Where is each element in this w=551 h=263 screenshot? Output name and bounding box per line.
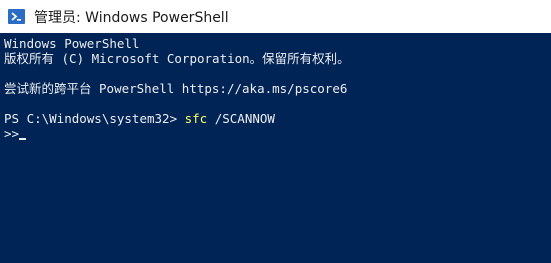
powershell-icon xyxy=(8,9,25,24)
command-argument: /SCANNOW xyxy=(207,111,275,126)
powershell-window: 管理员: Windows PowerShell Windows PowerShe… xyxy=(0,0,551,263)
console-area[interactable]: Windows PowerShell 版权所有 (C) Microsoft Co… xyxy=(0,33,551,263)
console-line-pscore-hint: 尝试新的跨平台 PowerShell https://aka.ms/pscore… xyxy=(4,81,348,96)
console-line-header: Windows PowerShell xyxy=(4,36,140,51)
prompt-text: PS C:\Windows\system32> xyxy=(4,111,185,126)
console-prompt-line: PS C:\Windows\system32> sfc /SCANNOW xyxy=(4,111,551,126)
console-line-copyright: 版权所有 (C) Microsoft Corporation。保留所有权利。 xyxy=(4,51,350,66)
continuation-prompt: >> xyxy=(4,126,20,141)
window-title: 管理员: Windows PowerShell xyxy=(34,9,229,26)
title-bar[interactable]: 管理员: Windows PowerShell xyxy=(0,0,551,33)
text-cursor xyxy=(19,138,27,140)
command-name: sfc xyxy=(184,111,208,126)
continuation-line[interactable]: >> xyxy=(4,126,551,141)
